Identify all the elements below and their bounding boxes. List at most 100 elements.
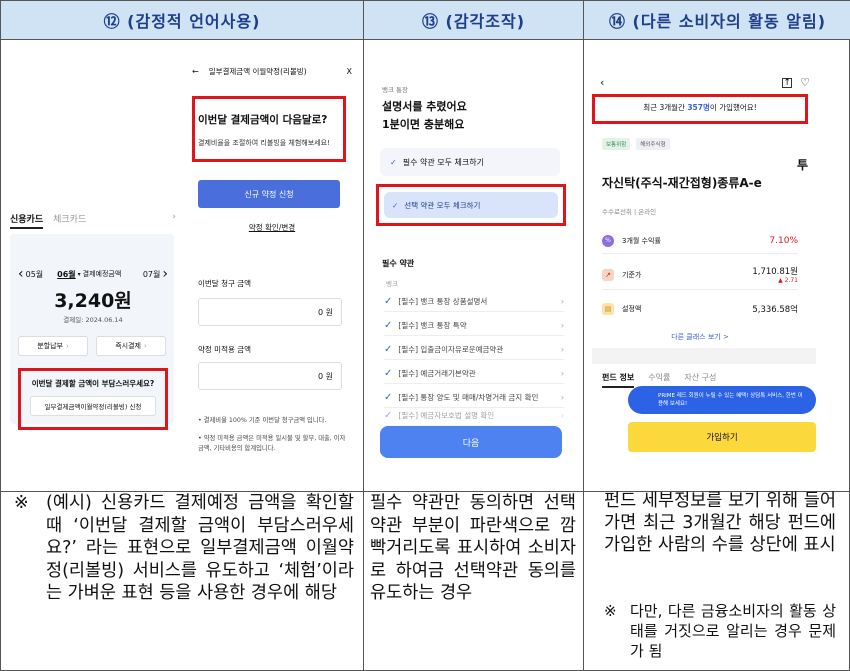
description-col2: 필수 약관만 동의하면 선택 약관 부분이 파란색으로 깜빡거리도록 표시하여 … bbox=[370, 492, 576, 605]
installment-button[interactable]: 분할납부 › bbox=[18, 336, 88, 356]
bill-amount-label: 이번달 청구 금액 bbox=[198, 279, 252, 288]
terms-screen: 뱅크 통장 설명서를 추렸어요 1분이면 충분해요 ✓ 필수 약관 모두 체크하… bbox=[364, 40, 580, 490]
toast-text: PRIME 레드 회원이 누릴 수 있는 혜택! 상담톡 서비스, 한번 이용해… bbox=[658, 393, 803, 407]
button-label: 가입하기 bbox=[706, 433, 738, 443]
chevron-right-icon: › bbox=[561, 321, 564, 330]
list-item[interactable]: ✓ [필수] 뱅크 통장 특약 › bbox=[384, 316, 564, 336]
join-button[interactable]: 가입하기 bbox=[628, 422, 816, 452]
description-col1: ※ (예시) 신용카드 결제예정 금액을 확인할 때 ‘이번달 결제할 금액이 … bbox=[14, 492, 354, 605]
list-item[interactable]: ✓ [필수] 예금거래기본약관 › bbox=[384, 364, 564, 384]
revolving-screen: ← 일부결제금액 이월약정(리볼빙) X 이번달 결제금액이 다음달로? 결제비… bbox=[184, 40, 360, 490]
option-label: 필수 약관 모두 체크하기 bbox=[402, 157, 484, 167]
header-text: ⑭ (다른 소비자의 활동 알림) bbox=[608, 12, 827, 31]
check-icon: ✓ bbox=[384, 296, 393, 307]
check-icon: ✓ bbox=[384, 392, 393, 403]
join-count-banner: 최근 3개월간 357명이 가입했어요! bbox=[592, 102, 808, 113]
chevron-right-icon[interactable]: › bbox=[162, 266, 168, 282]
selected-all-option[interactable]: ✓ 선택 약관 모두 체크하기 bbox=[384, 192, 558, 218]
section-title: 필수 약관 bbox=[382, 259, 415, 268]
banner-count: 357명 bbox=[687, 103, 710, 112]
description-col3-note: ※ 다만, 다른 금융소비자의 활동 상태를 거짓으로 알리는 경우 문제가 됨 bbox=[604, 601, 836, 661]
required-all-option[interactable]: ✓ 필수 약관 모두 체크하기 bbox=[380, 148, 560, 176]
fund-screen: ‹ ↑ ♡ 최근 3개월간 357명이 가입했어요! 보통위험 해외주식형 투 … bbox=[584, 40, 846, 490]
button-label: 즉시결제 bbox=[115, 342, 141, 350]
banner-text: 최근 3개월간 bbox=[643, 103, 688, 112]
chevron-right-icon: › bbox=[561, 411, 564, 420]
other-class-link[interactable]: 다른 클래스 보기 > bbox=[584, 332, 816, 342]
check-icon: ✓ bbox=[384, 368, 393, 379]
chevron-right-icon: › bbox=[65, 342, 69, 350]
list-item[interactable]: ✓ [필수] 입출금이자유로운예금약관 › bbox=[384, 340, 564, 360]
tab-check-card[interactable]: 체크카드 bbox=[53, 212, 86, 229]
back-arrow-icon[interactable]: ← bbox=[192, 67, 199, 76]
item-label: [필수] 입출금이자유로운예금약관 bbox=[398, 345, 504, 354]
reference-mark: ※ bbox=[14, 493, 29, 513]
banner-text: 이 가입했어요! bbox=[709, 103, 757, 112]
description-text: 필수 약관만 동의하면 선택 약관 부분이 파란색으로 깜빡거리도록 표시하여 … bbox=[370, 493, 576, 603]
description-text: (예시) 신용카드 결제예정 금액을 확인할 때 ‘이번달 결제할 금액이 부담… bbox=[46, 493, 354, 603]
promo-toast[interactable]: PRIME 레드 회원이 누릴 수 있는 혜택! 상담톡 서비스, 한번 이용해… bbox=[628, 386, 816, 414]
header-sensory-manipulation: ⑬ (감각조작) bbox=[364, 1, 583, 39]
fund-name-line1: 투 bbox=[796, 158, 808, 172]
list-item[interactable]: ✓ [필수] 통장 양도 및 매매/차명거래 금지 확인 › bbox=[384, 388, 564, 408]
next-button[interactable]: 다음 bbox=[380, 426, 562, 458]
field-value: 0 원 bbox=[318, 307, 333, 317]
chevron-left-icon[interactable]: ‹ bbox=[600, 76, 604, 89]
header-other-consumer-activity: ⑭ (다른 소비자의 활동 알림) bbox=[584, 1, 850, 39]
heart-icon[interactable]: ♡ bbox=[800, 76, 810, 89]
stat-row: % 3개월 수익률 7.10% bbox=[602, 228, 798, 254]
revolving-prompt: 이번달 결제할 금액이 부담스러우세요? bbox=[31, 379, 155, 388]
button-label: 일부결제금액이월약정(리볼빙) 신청 bbox=[44, 403, 142, 411]
bill-amount-field[interactable]: 0 원 bbox=[198, 298, 342, 326]
chevron-left-icon[interactable]: ‹ bbox=[18, 266, 24, 282]
agreement-confirm-link[interactable]: 약정 확인/변경 bbox=[184, 222, 360, 233]
field-value: 0 원 bbox=[318, 371, 333, 381]
tab-fund-info[interactable]: 펀드 정보 bbox=[602, 372, 635, 388]
reference-mark: ※ bbox=[604, 602, 617, 620]
stat-label: 기준가 bbox=[622, 270, 642, 279]
immediate-pay-button[interactable]: 즉시결제 › bbox=[96, 336, 166, 356]
month-next[interactable]: 07월 bbox=[143, 269, 161, 280]
chevron-down-icon: ▾ bbox=[77, 270, 81, 278]
highlight-box bbox=[192, 96, 346, 162]
revolving-headline: 이번달 결제금액이 다음달로? bbox=[198, 114, 328, 126]
item-label: [필수] 통장 양도 및 매매/차명거래 금지 확인 bbox=[398, 393, 539, 402]
month-current[interactable]: 06월 bbox=[57, 269, 76, 280]
month-prev[interactable]: 05월 bbox=[26, 269, 44, 280]
check-icon: ✓ bbox=[384, 320, 393, 331]
note-1: • 결제비율 100% 기준 이번달 청구금액 입니다. bbox=[198, 417, 327, 424]
description-text: 펀드 세부정보를 보기 위해 들어가면 최근 3개월간 해당 펀드에 가입한 사… bbox=[604, 491, 836, 555]
divider bbox=[592, 348, 816, 364]
stat-label: 설정액 bbox=[622, 305, 642, 313]
chart-icon: ↗ bbox=[602, 268, 614, 281]
risk-tag: 보통위험 bbox=[602, 138, 631, 150]
item-label: [필수] 뱅크 통장 상품설명서 bbox=[398, 297, 488, 306]
screen-title: 일부결제금액 이월약정(리볼빙) bbox=[208, 67, 307, 76]
new-agreement-button[interactable]: 신규 약정 신청 bbox=[198, 180, 340, 208]
app-name: 뱅크 통장 bbox=[382, 86, 408, 94]
chevron-right-icon: › bbox=[143, 342, 147, 350]
item-label: [필수] 뱅크 통장 특약 bbox=[398, 321, 467, 330]
section-sub: 뱅크 bbox=[386, 280, 398, 288]
percent-icon: % bbox=[602, 234, 614, 247]
unpaid-amount-field[interactable]: 0 원 bbox=[198, 362, 342, 390]
check-icon: ✓ bbox=[390, 157, 397, 167]
due-label: 결제예정금액 bbox=[82, 270, 122, 278]
stat-change: ▲ 2.71 bbox=[778, 277, 798, 284]
header-emotional-language: ⑫ (감정적 언어사용) bbox=[1, 1, 363, 39]
tab-credit-card[interactable]: 신용카드 bbox=[10, 212, 44, 229]
coin-icon: ▤ bbox=[602, 303, 614, 315]
stat-value: 5,336.58억 bbox=[752, 305, 798, 315]
chevron-right-icon[interactable]: › bbox=[172, 212, 176, 229]
header-text: ⑫ (감정적 언어사용) bbox=[103, 12, 261, 31]
close-icon[interactable]: X bbox=[347, 67, 352, 76]
chevron-right-icon: › bbox=[561, 345, 564, 354]
chevron-right-icon: › bbox=[561, 297, 564, 306]
chevron-right-icon: › bbox=[561, 393, 564, 402]
share-icon[interactable]: ↑ bbox=[782, 78, 793, 88]
revolving-apply-button[interactable]: 일부결제금액이월약정(리볼빙) 신청 bbox=[30, 396, 156, 416]
check-icon: ✓ bbox=[392, 200, 399, 210]
list-item[interactable]: ✓ [필수] 뱅크 통장 상품설명서 › bbox=[384, 292, 564, 312]
check-icon: ✓ bbox=[384, 344, 393, 355]
list-item[interactable]: ✓ [필수] 예금자보호법 설명 확인 › bbox=[384, 406, 564, 426]
